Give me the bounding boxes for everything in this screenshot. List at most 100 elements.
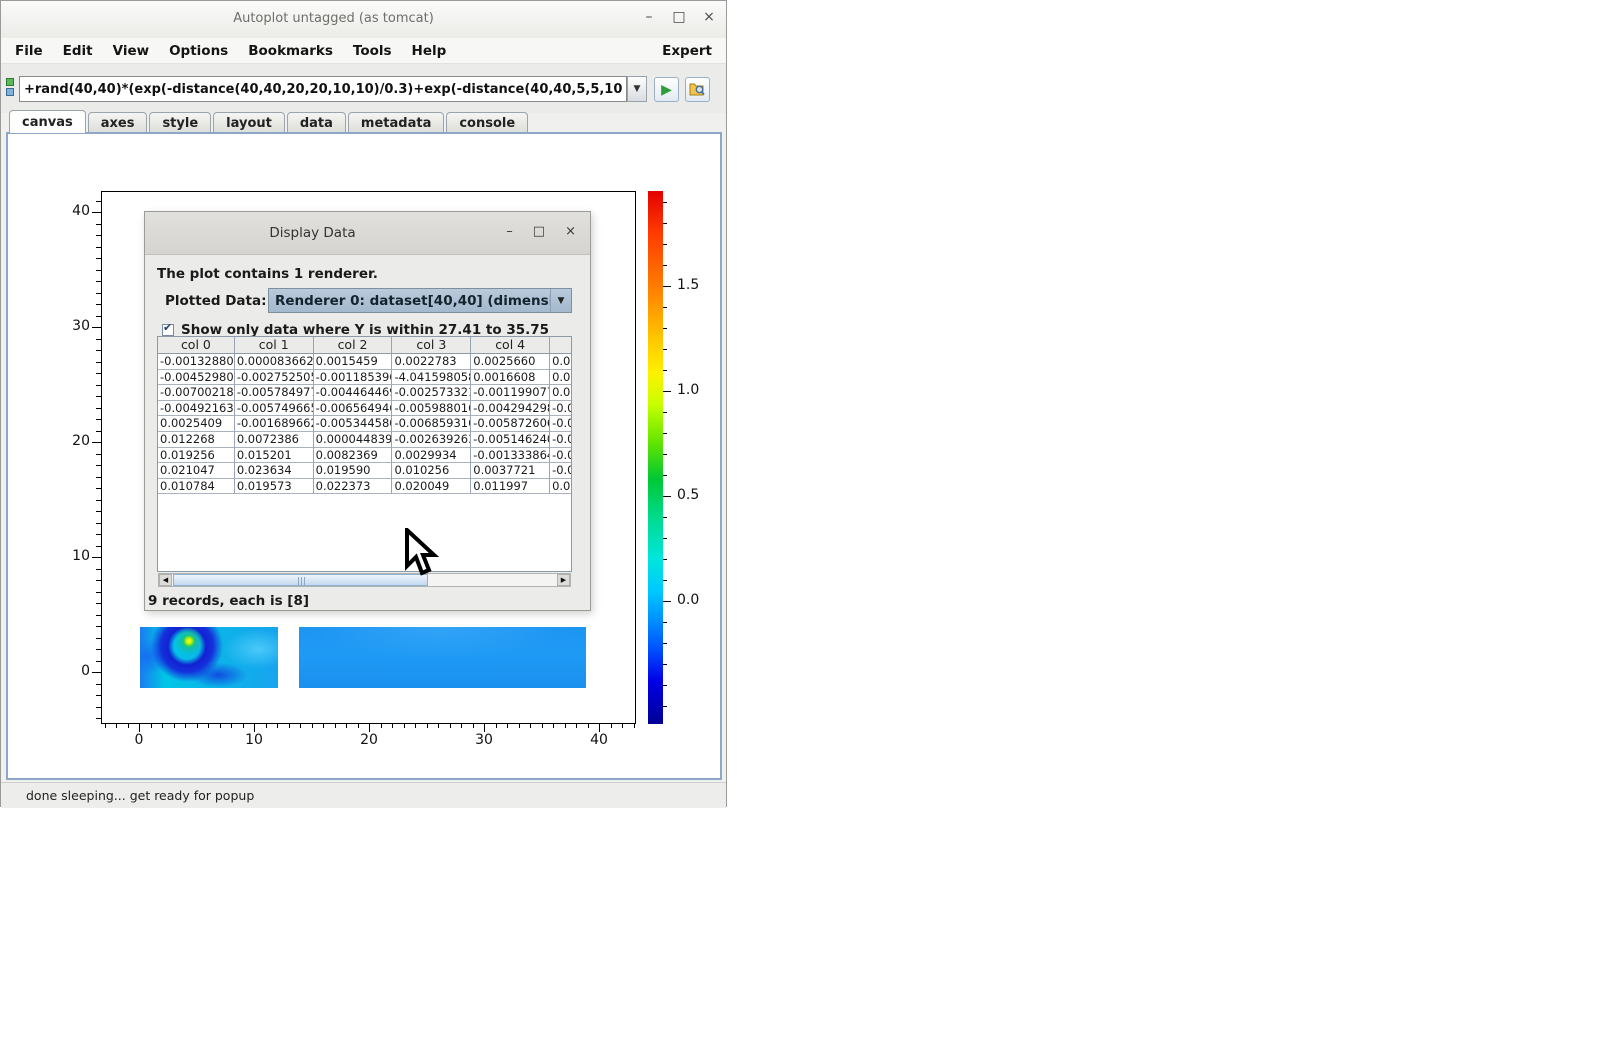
table-cell[interactable]: 0.021047: [158, 463, 235, 479]
column-header[interactable]: col 3: [392, 337, 471, 354]
table-cell[interactable]: 0.022373: [314, 479, 393, 495]
table-cell[interactable]: -0.005344580...: [314, 416, 393, 432]
column-header[interactable]: [550, 337, 571, 354]
table-cell[interactable]: 0.00: [550, 385, 571, 401]
menu-help[interactable]: Help: [402, 43, 457, 59]
tab-canvas[interactable]: canvas: [9, 110, 86, 133]
table-cell[interactable]: -0.007002187...: [158, 385, 235, 401]
horizontal-scrollbar[interactable]: ◀ ▶: [158, 573, 571, 587]
table-cell[interactable]: 0.019256: [158, 448, 235, 464]
table-cell[interactable]: 0.010784: [158, 479, 235, 495]
tab-data[interactable]: data: [287, 112, 346, 133]
tab-axes[interactable]: axes: [88, 112, 148, 133]
table-row[interactable]: 0.0025409-0.001689662...-0.005344580...-…: [158, 416, 571, 432]
table-cell[interactable]: 0.0025409: [158, 416, 235, 432]
menu-bookmarks[interactable]: Bookmarks: [238, 43, 343, 59]
table-cell[interactable]: 0.019590: [314, 463, 393, 479]
table-cell[interactable]: 0.0037721: [471, 463, 550, 479]
table-cell[interactable]: -0.002573321...: [392, 385, 471, 401]
table-cell[interactable]: 0.023634: [235, 463, 314, 479]
table-cell[interactable]: -0.005784977...: [235, 385, 314, 401]
table-cell[interactable]: 0.00: [550, 479, 571, 495]
table-cell[interactable]: -4.041598058...: [392, 370, 471, 386]
tab-console[interactable]: console: [446, 112, 528, 133]
table-cell[interactable]: -0.001689662...: [235, 416, 314, 432]
column-header[interactable]: col 0: [158, 337, 235, 354]
scroll-left-button[interactable]: ◀: [159, 574, 172, 586]
table-cell[interactable]: -0.0: [550, 463, 571, 479]
dialog-minimize-icon[interactable]: –: [506, 224, 513, 239]
table-cell[interactable]: 0.020049: [392, 479, 471, 495]
table-cell[interactable]: -0.004529800...: [158, 370, 235, 386]
plotted-data-combo[interactable]: Renderer 0: dataset[40,40] (dimension...…: [268, 288, 572, 313]
table-cell[interactable]: -0.0: [550, 432, 571, 448]
table-cell[interactable]: 0.0072386: [235, 432, 314, 448]
menu-file[interactable]: File: [5, 43, 53, 59]
tab-style[interactable]: style: [149, 112, 211, 133]
table-cell[interactable]: 0.0015459: [314, 354, 393, 370]
scroll-track[interactable]: [172, 574, 557, 586]
table-cell[interactable]: 0.012268: [158, 432, 235, 448]
table-cell[interactable]: -0.004464469...: [314, 385, 393, 401]
table-cell[interactable]: 0.0022783: [392, 354, 471, 370]
go-button[interactable]: ▶: [654, 77, 679, 102]
menu-expert[interactable]: Expert: [652, 43, 722, 59]
table-cell[interactable]: -0.0: [550, 416, 571, 432]
table-cell[interactable]: -0.006564946...: [314, 401, 393, 417]
table-cell[interactable]: 0.00: [550, 354, 571, 370]
filter-checkbox[interactable]: ✔: [162, 324, 174, 336]
tab-metadata[interactable]: metadata: [348, 112, 444, 133]
maximize-icon[interactable]: □: [672, 9, 686, 25]
table-cell[interactable]: -0.005872606...: [471, 416, 550, 432]
table-cell[interactable]: 0.00: [550, 370, 571, 386]
table-cell[interactable]: -0.001185396...: [314, 370, 393, 386]
table-row[interactable]: 0.0210470.0236340.0195900.0102560.003772…: [158, 463, 571, 479]
table-cell[interactable]: -0.001333864...: [471, 448, 550, 464]
table-cell[interactable]: -0.004921634...: [158, 401, 235, 417]
table-row[interactable]: -0.004529800...-0.002752505...-0.0011853…: [158, 370, 571, 386]
table-row[interactable]: 0.0107840.0195730.0223730.0200490.011997…: [158, 479, 571, 495]
column-header[interactable]: col 1: [235, 337, 314, 354]
title-bar[interactable]: Autoplot untagged (as tomcat) – □ ×: [1, 1, 726, 39]
uri-dropdown-button[interactable]: ▼: [627, 76, 647, 102]
menu-options[interactable]: Options: [159, 43, 238, 59]
minimize-icon[interactable]: –: [642, 9, 656, 25]
table-cell[interactable]: 0.0082369: [314, 448, 393, 464]
menu-tools[interactable]: Tools: [343, 43, 402, 59]
table-cell[interactable]: -0.004294298...: [471, 401, 550, 417]
table-cell[interactable]: 0.000083662: [235, 354, 314, 370]
dialog-close-icon[interactable]: ×: [565, 224, 576, 239]
table-row[interactable]: -0.001328804...0.0000836620.00154590.002…: [158, 354, 571, 370]
table-cell[interactable]: 0.000044839: [314, 432, 393, 448]
menu-edit[interactable]: Edit: [53, 43, 103, 59]
table-cell[interactable]: 0.0016608: [471, 370, 550, 386]
table-row[interactable]: 0.0122680.00723860.000044839-0.002639263…: [158, 432, 571, 448]
table-row[interactable]: -0.004921634...-0.005749665...-0.0065649…: [158, 401, 571, 417]
table-cell[interactable]: 0.0029934: [392, 448, 471, 464]
table-cell[interactable]: 0.010256: [392, 463, 471, 479]
dialog-title-bar[interactable]: Display Data – □ ×: [145, 212, 590, 255]
table-row[interactable]: 0.0192560.0152010.00823690.0029934-0.001…: [158, 448, 571, 464]
menu-view[interactable]: View: [103, 43, 159, 59]
table-cell[interactable]: -0.005749665...: [235, 401, 314, 417]
table-cell[interactable]: -0.002752505...: [235, 370, 314, 386]
uri-input[interactable]: [19, 76, 627, 102]
scroll-thumb[interactable]: [173, 574, 428, 586]
close-icon[interactable]: ×: [702, 9, 716, 25]
table-cell[interactable]: 0.019573: [235, 479, 314, 495]
table-cell[interactable]: -0.001328804...: [158, 354, 235, 370]
table-cell[interactable]: -0.001199077...: [471, 385, 550, 401]
table-cell[interactable]: -0.0: [550, 448, 571, 464]
scroll-right-button[interactable]: ▶: [557, 574, 570, 586]
table-cell[interactable]: 0.011997: [471, 479, 550, 495]
dialog-maximize-icon[interactable]: □: [533, 224, 545, 239]
table-cell[interactable]: -0.005988016...: [392, 401, 471, 417]
tab-layout[interactable]: layout: [213, 112, 285, 133]
table-cell[interactable]: -0.005146240...: [471, 432, 550, 448]
column-header[interactable]: col 2: [314, 337, 393, 354]
column-header[interactable]: col 4: [471, 337, 550, 354]
table-cell[interactable]: -0.006859316...: [392, 416, 471, 432]
table-row[interactable]: -0.007002187...-0.005784977...-0.0044644…: [158, 385, 571, 401]
table-cell[interactable]: 0.015201: [235, 448, 314, 464]
table-cell[interactable]: 0.0025660: [471, 354, 550, 370]
